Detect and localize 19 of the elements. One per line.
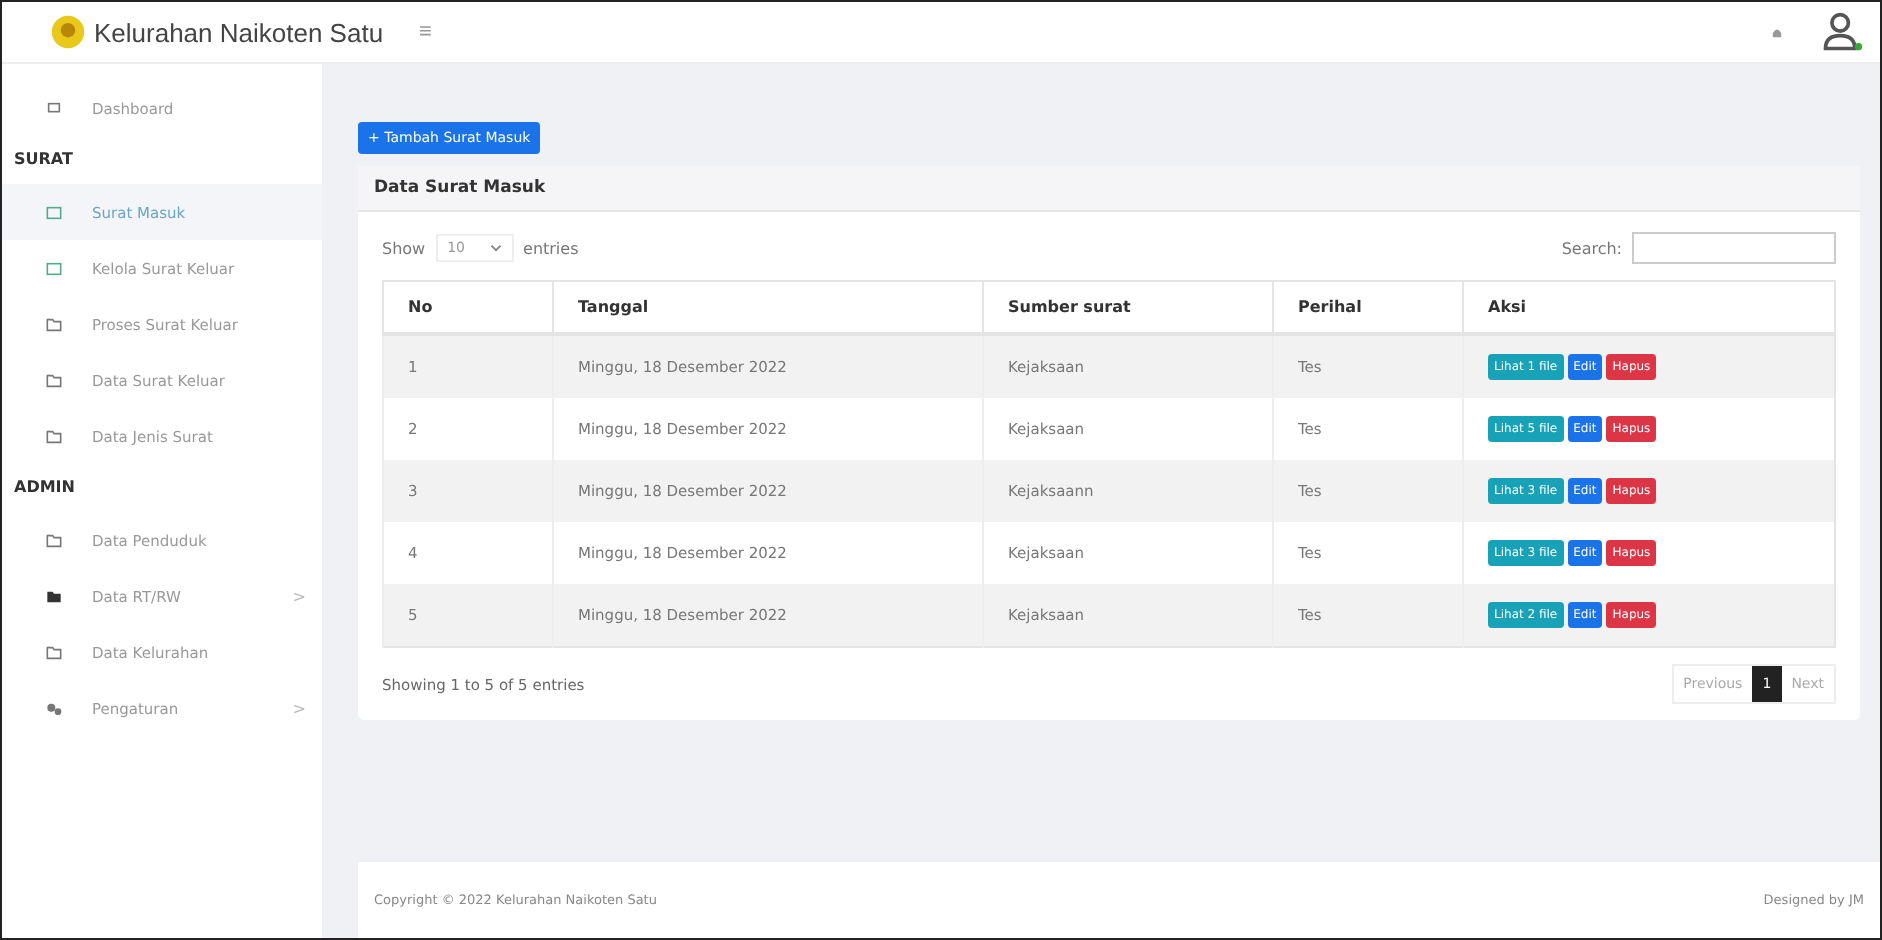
folder-icon: [46, 589, 62, 603]
search-field[interactable]: [1632, 232, 1836, 264]
folder-icon: [46, 373, 62, 387]
show-label: Show: [382, 239, 426, 257]
folder-icon: [46, 645, 62, 659]
card-title: Data Surat Masuk: [374, 178, 546, 198]
entries-label: entries: [523, 239, 579, 257]
app-title: Kelurahan Naikoten Satu: [94, 17, 384, 47]
bell-icon[interactable]: [1770, 25, 1784, 39]
caret-icon: [489, 244, 502, 252]
sidebar-heading: SURAT: [12, 148, 75, 172]
search-label: Search:: [1561, 239, 1622, 257]
folder-icon: [46, 317, 62, 331]
folder-icon: [46, 533, 62, 547]
sidebar-heading: ADMIN: [12, 476, 77, 500]
menu-button[interactable]: ≡: [411, 20, 440, 44]
user-icon[interactable]: [1820, 10, 1864, 54]
logo-icon: [50, 14, 86, 50]
folder-icon: [46, 429, 62, 443]
